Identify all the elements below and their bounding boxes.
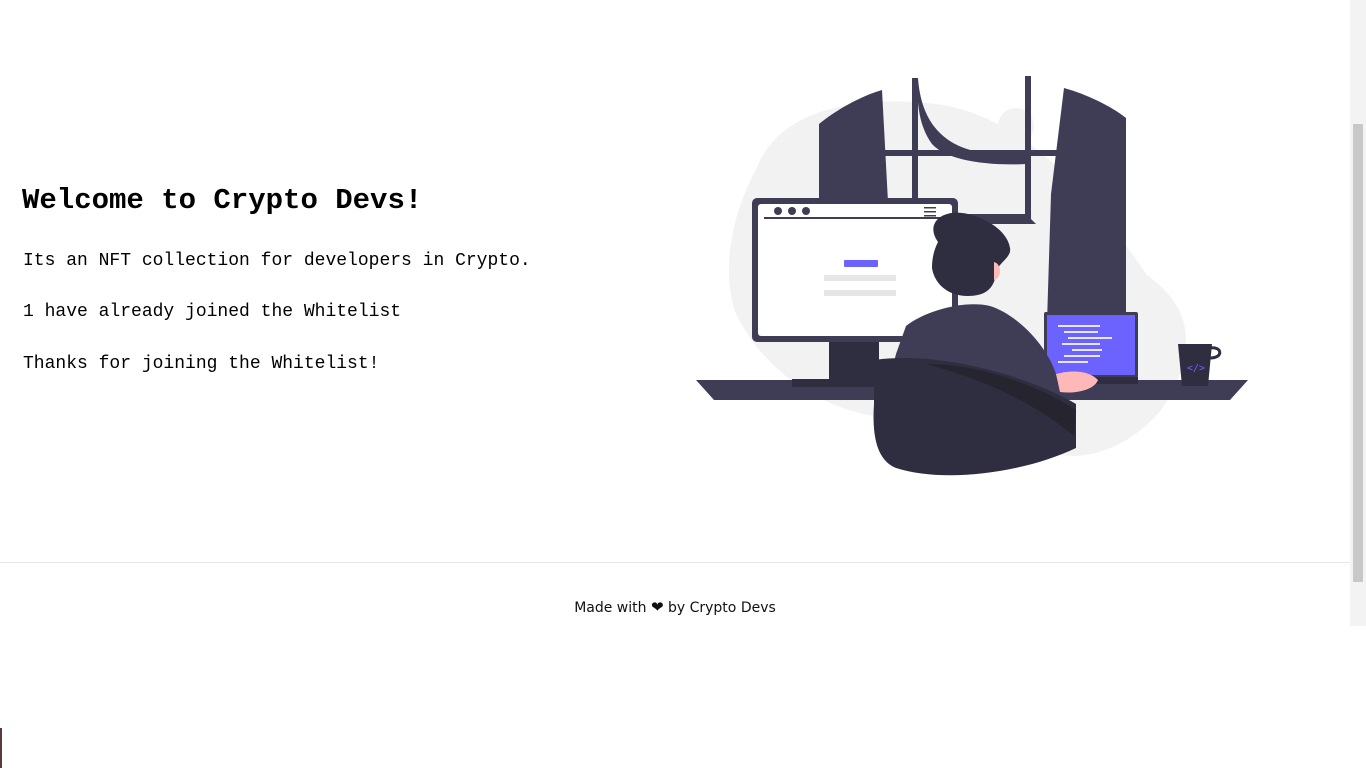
footer-credit: Made with ❤ by Crypto Devs [0, 598, 1350, 617]
keyboard [792, 379, 882, 387]
intro: Welcome to Crypto Devs! Its an NFT colle… [22, 182, 531, 374]
vertical-scrollbar[interactable] [1350, 0, 1366, 626]
window-frame-left [912, 78, 918, 208]
heart-icon: ❤ [650, 598, 664, 616]
footer-suffix: by Crypto Devs [667, 600, 776, 616]
browser-dot-icon [788, 207, 796, 215]
whitelist-thanks-message: Thanks for joining the Whitelist! [23, 354, 380, 374]
edge-marker [0, 728, 2, 768]
page: Welcome to Crypto Devs! Its an NFT colle… [0, 0, 1366, 768]
code-glyph-icon: </> [1187, 363, 1205, 374]
wall-left [819, 90, 888, 202]
main-section: Welcome to Crypto Devs! Its an NFT colle… [0, 0, 1350, 562]
scrollbar-thumb[interactable] [1353, 124, 1363, 582]
menu-icon [924, 215, 936, 217]
mug-handle [1209, 346, 1222, 360]
browser-dot-icon [774, 207, 782, 215]
footer-prefix: Made with [574, 600, 647, 616]
page-title: Welcome to Crypto Devs! [22, 184, 423, 217]
footer: Made with ❤ by Crypto Devs [0, 562, 1350, 627]
screen-line [824, 290, 896, 296]
whitelist-count: 1 have already joined the Whitelist [23, 302, 402, 322]
developer-at-desk-illustration: </> [696, 76, 1248, 476]
screen-line [824, 275, 896, 281]
screen-accent-bar [844, 260, 878, 267]
collection-description: Its an NFT collection for developers in … [23, 251, 531, 271]
browser-dot-icon [802, 207, 810, 215]
menu-icon [924, 207, 936, 209]
menu-icon [924, 211, 936, 213]
